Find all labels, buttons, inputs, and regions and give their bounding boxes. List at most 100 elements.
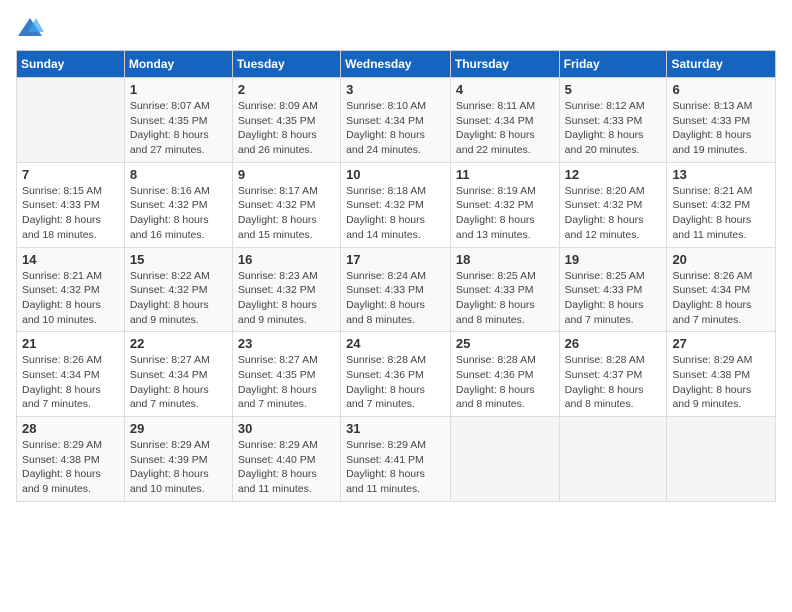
calendar-cell: 28 Sunrise: 8:29 AMSunset: 4:38 PMDayligh… <box>17 417 125 502</box>
calendar-week-1: 1 Sunrise: 8:07 AMSunset: 4:35 PMDaylight… <box>17 78 776 163</box>
day-info: Sunrise: 8:21 AMSunset: 4:32 PMDaylight:… <box>672 184 770 243</box>
day-info: Sunrise: 8:29 AMSunset: 4:38 PMDaylight:… <box>22 438 119 497</box>
day-number: 31 <box>346 421 445 436</box>
calendar-cell: 19Sunrise: 8:25 AMSunset: 4:33 PMDayligh… <box>559 247 667 332</box>
calendar-cell: 26Sunrise: 8:28 AMSunset: 4:37 PMDayligh… <box>559 332 667 417</box>
day-number: 3 <box>346 82 445 97</box>
calendar-cell: 13 Sunrise: 8:21 AMSunset: 4:32 PMDayligh… <box>667 162 776 247</box>
day-number: 29 <box>130 421 227 436</box>
day-number: 28 <box>22 421 119 436</box>
calendar-body: 1 Sunrise: 8:07 AMSunset: 4:35 PMDaylight… <box>17 78 776 502</box>
day-number: 11 <box>456 167 554 182</box>
calendar-cell: 15Sunrise: 8:22 AMSunset: 4:32 PMDayligh… <box>124 247 232 332</box>
calendar-cell: 17 Sunrise: 8:24 AMSunset: 4:33 PMDayligh… <box>341 247 451 332</box>
calendar-cell: 5 Sunrise: 8:12 AMSunset: 4:33 PMDaylight… <box>559 78 667 163</box>
day-number: 15 <box>130 252 227 267</box>
day-info: Sunrise: 8:25 AMSunset: 4:33 PMDaylight:… <box>456 269 554 328</box>
calendar-cell: 22Sunrise: 8:27 AMSunset: 4:34 PMDayligh… <box>124 332 232 417</box>
calendar-week-5: 28 Sunrise: 8:29 AMSunset: 4:38 PMDayligh… <box>17 417 776 502</box>
weekday-header-tuesday: Tuesday <box>232 51 340 78</box>
day-number: 8 <box>130 167 227 182</box>
day-number: 21 <box>22 336 119 351</box>
day-number: 5 <box>565 82 662 97</box>
day-number: 10 <box>346 167 445 182</box>
day-info: Sunrise: 8:07 AMSunset: 4:35 PMDaylight:… <box>130 99 227 158</box>
day-number: 12 <box>565 167 662 182</box>
calendar-table: SundayMondayTuesdayWednesdayThursdayFrid… <box>16 50 776 502</box>
weekday-header-sunday: Sunday <box>17 51 125 78</box>
day-number: 9 <box>238 167 335 182</box>
calendar-cell <box>450 417 559 502</box>
weekday-header-wednesday: Wednesday <box>341 51 451 78</box>
calendar-cell: 4 Sunrise: 8:11 AMSunset: 4:34 PMDaylight… <box>450 78 559 163</box>
weekday-header-thursday: Thursday <box>450 51 559 78</box>
calendar-cell: 31 Sunrise: 8:29 AMSunset: 4:41 PMDayligh… <box>341 417 451 502</box>
calendar-cell: 1 Sunrise: 8:07 AMSunset: 4:35 PMDaylight… <box>124 78 232 163</box>
day-info: Sunrise: 8:29 AMSunset: 4:41 PMDaylight:… <box>346 438 445 497</box>
day-number: 22 <box>130 336 227 351</box>
weekday-header-row: SundayMondayTuesdayWednesdayThursdayFrid… <box>17 51 776 78</box>
day-info: Sunrise: 8:10 AMSunset: 4:34 PMDaylight:… <box>346 99 445 158</box>
calendar-cell: 8 Sunrise: 8:16 AMSunset: 4:32 PMDaylight… <box>124 162 232 247</box>
calendar-cell: 24 Sunrise: 8:28 AMSunset: 4:36 PMDayligh… <box>341 332 451 417</box>
day-info: Sunrise: 8:20 AMSunset: 4:32 PMDaylight:… <box>565 184 662 243</box>
day-number: 23 <box>238 336 335 351</box>
day-number: 19 <box>565 252 662 267</box>
weekday-header-saturday: Saturday <box>667 51 776 78</box>
calendar-cell: 11 Sunrise: 8:19 AMSunset: 4:32 PMDayligh… <box>450 162 559 247</box>
page-header <box>16 16 776 40</box>
calendar-week-3: 14 Sunrise: 8:21 AMSunset: 4:32 PMDayligh… <box>17 247 776 332</box>
day-number: 20 <box>672 252 770 267</box>
weekday-header-monday: Monday <box>124 51 232 78</box>
calendar-cell: 21 Sunrise: 8:26 AMSunset: 4:34 PMDayligh… <box>17 332 125 417</box>
calendar-cell: 29 Sunrise: 8:29 AMSunset: 4:39 PMDayligh… <box>124 417 232 502</box>
day-info: Sunrise: 8:16 AMSunset: 4:32 PMDaylight:… <box>130 184 227 243</box>
day-info: Sunrise: 8:29 AMSunset: 4:38 PMDaylight:… <box>672 353 770 412</box>
day-info: Sunrise: 8:09 AMSunset: 4:35 PMDaylight:… <box>238 99 335 158</box>
logo <box>16 16 48 40</box>
day-info: Sunrise: 8:27 AMSunset: 4:35 PMDaylight:… <box>238 353 335 412</box>
day-info: Sunrise: 8:29 AMSunset: 4:39 PMDaylight:… <box>130 438 227 497</box>
day-number: 7 <box>22 167 119 182</box>
day-number: 4 <box>456 82 554 97</box>
day-info: Sunrise: 8:23 AMSunset: 4:32 PMDaylight:… <box>238 269 335 328</box>
day-number: 1 <box>130 82 227 97</box>
day-info: Sunrise: 8:17 AMSunset: 4:32 PMDaylight:… <box>238 184 335 243</box>
day-number: 30 <box>238 421 335 436</box>
calendar-cell: 16Sunrise: 8:23 AMSunset: 4:32 PMDayligh… <box>232 247 340 332</box>
day-number: 14 <box>22 252 119 267</box>
day-info: Sunrise: 8:21 AMSunset: 4:32 PMDaylight:… <box>22 269 119 328</box>
day-info: Sunrise: 8:15 AMSunset: 4:33 PMDaylight:… <box>22 184 119 243</box>
calendar-cell <box>559 417 667 502</box>
calendar-week-2: 7 Sunrise: 8:15 AMSunset: 4:33 PMDaylight… <box>17 162 776 247</box>
calendar-cell: 30Sunrise: 8:29 AMSunset: 4:40 PMDayligh… <box>232 417 340 502</box>
calendar-cell: 12 Sunrise: 8:20 AMSunset: 4:32 PMDayligh… <box>559 162 667 247</box>
day-info: Sunrise: 8:19 AMSunset: 4:32 PMDaylight:… <box>456 184 554 243</box>
calendar-cell: 20 Sunrise: 8:26 AMSunset: 4:34 PMDayligh… <box>667 247 776 332</box>
day-number: 18 <box>456 252 554 267</box>
day-info: Sunrise: 8:13 AMSunset: 4:33 PMDaylight:… <box>672 99 770 158</box>
calendar-header: SundayMondayTuesdayWednesdayThursdayFrid… <box>17 51 776 78</box>
calendar-cell: 25Sunrise: 8:28 AMSunset: 4:36 PMDayligh… <box>450 332 559 417</box>
day-info: Sunrise: 8:11 AMSunset: 4:34 PMDaylight:… <box>456 99 554 158</box>
logo-icon <box>16 16 44 40</box>
day-info: Sunrise: 8:24 AMSunset: 4:33 PMDaylight:… <box>346 269 445 328</box>
day-number: 24 <box>346 336 445 351</box>
calendar-cell: 14 Sunrise: 8:21 AMSunset: 4:32 PMDayligh… <box>17 247 125 332</box>
calendar-cell: 3 Sunrise: 8:10 AMSunset: 4:34 PMDaylight… <box>341 78 451 163</box>
day-info: Sunrise: 8:28 AMSunset: 4:36 PMDaylight:… <box>346 353 445 412</box>
day-info: Sunrise: 8:12 AMSunset: 4:33 PMDaylight:… <box>565 99 662 158</box>
calendar-cell: 27 Sunrise: 8:29 AMSunset: 4:38 PMDayligh… <box>667 332 776 417</box>
calendar-cell: 2Sunrise: 8:09 AMSunset: 4:35 PMDaylight… <box>232 78 340 163</box>
day-number: 27 <box>672 336 770 351</box>
calendar-cell: 10Sunrise: 8:18 AMSunset: 4:32 PMDayligh… <box>341 162 451 247</box>
calendar-week-4: 21 Sunrise: 8:26 AMSunset: 4:34 PMDayligh… <box>17 332 776 417</box>
day-number: 13 <box>672 167 770 182</box>
day-number: 17 <box>346 252 445 267</box>
weekday-header-friday: Friday <box>559 51 667 78</box>
calendar-cell: 18 Sunrise: 8:25 AMSunset: 4:33 PMDayligh… <box>450 247 559 332</box>
day-info: Sunrise: 8:26 AMSunset: 4:34 PMDaylight:… <box>22 353 119 412</box>
calendar-cell <box>17 78 125 163</box>
day-info: Sunrise: 8:26 AMSunset: 4:34 PMDaylight:… <box>672 269 770 328</box>
calendar-cell: 6Sunrise: 8:13 AMSunset: 4:33 PMDaylight… <box>667 78 776 163</box>
